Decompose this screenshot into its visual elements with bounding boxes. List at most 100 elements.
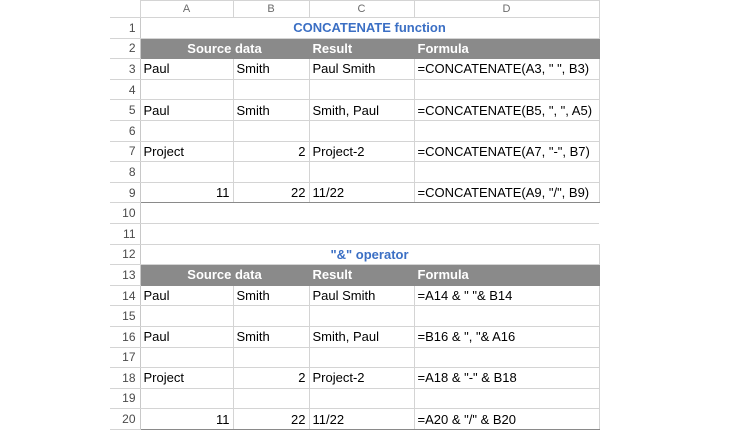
cell-d20[interactable]: =A20 & "/" & B20	[413, 408, 600, 430]
source-data-header-2[interactable]: Source data	[139, 264, 310, 286]
cell-b16[interactable]: Smith	[232, 325, 310, 348]
cell-c14[interactable]: Paul Smith	[308, 284, 415, 307]
row-header-2[interactable]: 2	[110, 37, 141, 60]
sheet-row-12: 12 "&" operator	[110, 243, 600, 266]
spreadsheet: A B C D 1 CONCATENATE function 2 Source …	[110, 0, 600, 430]
column-header-a[interactable]: A	[139, 0, 234, 18]
cell-c7[interactable]: Project-2	[308, 140, 415, 163]
column-header-b[interactable]: B	[232, 0, 310, 18]
row-header-8[interactable]: 8	[110, 161, 141, 183]
cell-b18[interactable]: 2	[232, 367, 310, 389]
row-header-20[interactable]: 20	[110, 408, 141, 430]
row-header-17[interactable]: 17	[110, 346, 141, 369]
row-header-15[interactable]: 15	[110, 305, 141, 327]
cell-b19[interactable]	[232, 387, 310, 410]
cell-a14[interactable]: Paul	[139, 284, 234, 307]
cell-c5[interactable]: Smith, Paul	[308, 99, 415, 121]
cell-a3[interactable]: Paul	[139, 58, 234, 80]
cell-c17[interactable]	[308, 346, 415, 369]
formula-header-2[interactable]: Formula	[413, 264, 600, 286]
column-header-c[interactable]: C	[308, 0, 415, 18]
cell-a10[interactable]	[140, 202, 599, 224]
row-header-3[interactable]: 3	[110, 58, 141, 80]
cell-b3[interactable]: Smith	[232, 58, 310, 80]
sheet-row-15: 15	[110, 305, 600, 327]
section1-title-cell[interactable]: CONCATENATE function	[139, 17, 600, 39]
cell-d16[interactable]: =B16 & ", "& A16	[413, 325, 600, 348]
sheet-row-17: 17	[110, 346, 600, 369]
cell-d8[interactable]	[413, 161, 600, 183]
cell-c8[interactable]	[308, 161, 415, 183]
cell-c16[interactable]: Smith, Paul	[308, 325, 415, 348]
cell-b14[interactable]: Smith	[232, 284, 310, 307]
cell-d4[interactable]	[413, 78, 600, 101]
cell-b4[interactable]	[232, 78, 310, 101]
cell-d18[interactable]: =A18 & "-" & B18	[413, 367, 600, 389]
cell-a8[interactable]	[139, 161, 234, 183]
section2-title-cell[interactable]: "&" operator	[139, 243, 600, 266]
cell-d7[interactable]: =CONCATENATE(A7, "-", B7)	[413, 140, 600, 163]
cell-d17[interactable]	[413, 346, 600, 369]
row-header-18[interactable]: 18	[110, 367, 141, 389]
cell-a7[interactable]: Project	[139, 140, 234, 163]
row-header-10[interactable]: 10	[110, 202, 141, 224]
cell-d15[interactable]	[413, 305, 600, 327]
row-header-13[interactable]: 13	[110, 264, 141, 286]
cell-c4[interactable]	[308, 78, 415, 101]
cell-b15[interactable]	[232, 305, 310, 327]
row-header-12[interactable]: 12	[110, 243, 141, 266]
row-header-4[interactable]: 4	[110, 78, 141, 101]
row-header-6[interactable]: 6	[110, 119, 141, 142]
cell-d5[interactable]: =CONCATENATE(B5, ", ", A5)	[413, 99, 600, 121]
cell-c19[interactable]	[308, 387, 415, 410]
cell-c15[interactable]	[308, 305, 415, 327]
cell-d6[interactable]	[413, 119, 600, 142]
cell-c18[interactable]: Project-2	[308, 367, 415, 389]
sheet-row-2: 2 Source data Result Formula	[110, 37, 600, 60]
row-header-19[interactable]: 19	[110, 387, 141, 410]
cell-b6[interactable]	[232, 119, 310, 142]
row-header-7[interactable]: 7	[110, 140, 141, 163]
cell-c3[interactable]: Paul Smith	[308, 58, 415, 80]
cell-a17[interactable]	[139, 346, 234, 369]
cell-a9[interactable]: 11	[139, 181, 234, 204]
cell-a19[interactable]	[139, 387, 234, 410]
cell-a6[interactable]	[139, 119, 234, 142]
cell-c20[interactable]: 11/22	[308, 408, 415, 430]
cell-a15[interactable]	[139, 305, 234, 327]
cell-d9[interactable]: =CONCATENATE(A9, "/", B9)	[413, 181, 600, 204]
source-data-header[interactable]: Source data	[139, 37, 310, 60]
row-header-1[interactable]: 1	[110, 17, 141, 39]
cell-b9[interactable]: 22	[232, 181, 310, 204]
cell-b8[interactable]	[232, 161, 310, 183]
sheet-row-19: 19	[110, 387, 600, 410]
cell-a16[interactable]: Paul	[139, 325, 234, 348]
cell-a20[interactable]: 11	[139, 408, 234, 430]
row-header-9[interactable]: 9	[110, 181, 141, 204]
cell-b20[interactable]: 22	[232, 408, 310, 430]
cell-c6[interactable]	[308, 119, 415, 142]
row-header-14[interactable]: 14	[110, 284, 141, 307]
cell-b17[interactable]	[232, 346, 310, 369]
row-header-5[interactable]: 5	[110, 99, 141, 121]
cell-a5[interactable]: Paul	[139, 99, 234, 121]
select-all-corner[interactable]	[110, 0, 141, 18]
cell-a18[interactable]: Project	[139, 367, 234, 389]
cell-d19[interactable]	[413, 387, 600, 410]
worksheet-grid: A B C D 1 CONCATENATE function 2 Source …	[110, 0, 600, 430]
cell-b7[interactable]: 2	[232, 140, 310, 163]
formula-header[interactable]: Formula	[413, 37, 600, 60]
row-header-16[interactable]: 16	[110, 325, 141, 348]
cell-d14[interactable]: =A14 & " "& B14	[413, 284, 600, 307]
cell-b5[interactable]: Smith	[232, 99, 310, 121]
result-header[interactable]: Result	[308, 37, 415, 60]
cell-c9[interactable]: 11/22	[308, 181, 415, 204]
sheet-row-16: 16 Paul Smith Smith, Paul =B16 & ", "& A…	[110, 325, 600, 348]
cell-a4[interactable]	[139, 78, 234, 101]
row-header-11[interactable]: 11	[110, 222, 141, 245]
cell-a11[interactable]	[140, 222, 599, 245]
sheet-row-8: 8	[110, 161, 600, 183]
result-header-2[interactable]: Result	[308, 264, 415, 286]
cell-d3[interactable]: =CONCATENATE(A3, " ", B3)	[413, 58, 600, 80]
column-header-d[interactable]: D	[413, 0, 600, 18]
